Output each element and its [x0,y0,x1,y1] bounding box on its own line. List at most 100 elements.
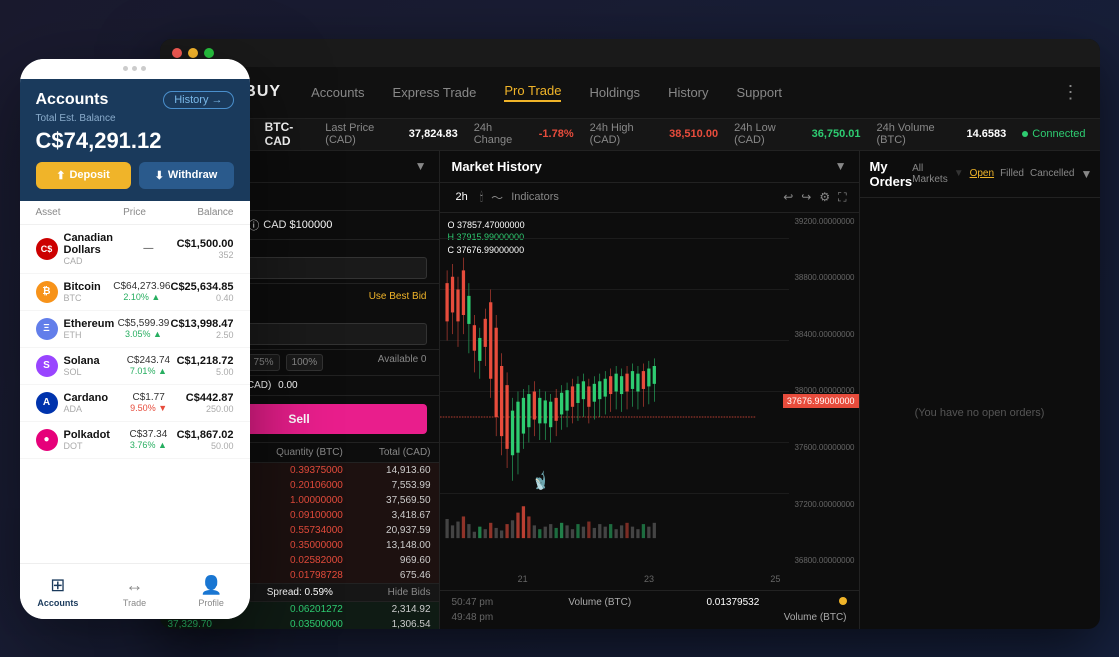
my-orders-panel: My Orders All Markets ▼ Open Filled Canc… [860,151,1100,629]
cancelled-filter[interactable]: Cancelled [1030,168,1074,179]
deposit-icon: ⬆ [56,169,65,182]
mobile-balance: C$74,291.12 [36,128,234,154]
history-badge-button[interactable]: History → [163,91,233,109]
asset-price-ada: C$1.77 9.50% ▼ [120,392,177,413]
withdraw-button[interactable]: ⬇ Withdraw [139,162,234,189]
eth-asset-icon: Ξ [36,318,58,340]
history-dot [839,597,847,605]
open-filter[interactable]: Open [970,168,994,179]
list-item[interactable]: Ξ Ethereum ETH C$5,599.39 3.05% ▲ C$13,9… [20,311,250,348]
nav-pro-trade[interactable]: Pro Trade [504,83,561,102]
asset-price-cad: — [120,243,176,254]
cad-icon: C$ [36,238,58,260]
maximize-dot[interactable] [204,48,214,58]
all-markets-filter[interactable]: All Markets [912,163,948,185]
asset-code-ada: ADA [64,404,109,414]
asset-name-dot: Polkadot [64,429,110,441]
list-item[interactable]: C$ Canadian Dollars CAD — C$1,500.00 352 [20,225,250,274]
mobile-subtitle: Total Est. Balance [36,113,234,124]
undo-icon[interactable]: ↩ [783,190,793,204]
last-price-label: Last Price (CAD) [325,122,393,146]
asset-info-btc: ₿ Bitcoin BTC [36,281,114,303]
asset-balance-cad: C$1,500.00 352 [177,238,234,260]
ticker-bar: ☰ ₿ 🇨🇦 BTC-CAD Last Price (CAD) 37,824.8… [160,119,1100,151]
mobile-title: Accounts [36,91,109,109]
minimize-dot[interactable] [188,48,198,58]
chart-controls: 2h 🕯 〜 Indicators ↩ ↪ ⚙ ⛶ [440,183,859,213]
order-book-chevron[interactable]: ▼ [415,159,427,173]
spread-value: Spread: 0.59% [267,587,333,598]
nav-support[interactable]: Support [737,85,783,100]
asset-price-eth: C$5,599.39 3.05% ▲ [117,318,171,339]
deposit-button[interactable]: ⬆ Deposit [36,162,131,189]
hide-bids-button[interactable]: Hide Bids [388,587,431,598]
high-value: 38,510.00 [669,128,718,140]
indicators-button[interactable]: Indicators [511,191,559,203]
settings-icon[interactable]: ⚙ [819,190,830,204]
mobile-assets-header: Asset Price Balance [20,201,250,225]
nav-links: Accounts Express Trade Pro Trade Holding… [311,83,1061,102]
nav-accounts[interactable]: Accounts [311,85,364,100]
asset-price-dot: C$37.34 3.76% ▲ [120,429,176,450]
status-dot [123,66,128,71]
asset-name-ada: Cardano [64,392,109,404]
change-value: -1.78% [539,128,574,140]
nav-history[interactable]: History [668,85,708,100]
asset-name-btc: Bitcoin [64,281,101,293]
chart-area: O 37857.47000000 H 37915.99000000 C 3767… [440,213,859,590]
x-label-25: 25 [770,574,780,584]
connected-dot [1022,131,1028,137]
chart-x-axis: 21 23 25 [440,574,859,584]
asset-balance-dot: C$1,867.02 50.00 [177,429,234,451]
orders-filters: All Markets ▼ Open Filled Cancelled ▼ [912,163,1092,185]
mobile-header-top: Accounts History → [36,91,234,109]
last-price-value: 37,824.83 [409,128,458,140]
scene: ₿ BITBUY Accounts Express Trade Pro Trad… [20,19,1100,639]
change-label: 24h Change [474,122,523,146]
asset-name-sol: Solana [64,355,100,367]
best-bid-link[interactable]: Use Best Bid [369,291,427,302]
orders-chevron[interactable]: ▼ [1080,167,1092,181]
low-label: 24h Low (CAD) [734,122,796,146]
asset-info-cad: C$ Canadian Dollars CAD [36,232,121,266]
asset-code-sol: SOL [64,367,100,377]
col-price-label: Price [102,207,168,218]
nav-express-trade[interactable]: Express Trade [393,85,477,100]
asset-name-eth: Ethereum [64,318,115,330]
list-item[interactable]: ₿ Bitcoin BTC C$64,273.96 2.10% ▲ C$25,6… [20,274,250,311]
asset-balance-ada: C$442.87 250.00 [177,392,234,414]
asset-price-btc: C$64,273.96 2.10% ▲ [113,281,170,302]
chart-chevron[interactable]: ▼ [835,159,847,173]
nav-holdings[interactable]: Holdings [589,85,640,100]
accounts-nav-icon: ⊞ [50,575,65,596]
asset-balance-eth: C$13,998.47 2.50 [171,318,234,340]
col-balance-label: Balance [168,207,234,218]
low-value: 36,750.01 [812,128,861,140]
title-bar [160,39,1100,67]
pct-100[interactable]: 100% [286,354,324,371]
ada-asset-icon: A [36,392,58,414]
fullscreen-icon[interactable]: ⛶ [838,190,846,205]
asset-balance-btc: C$25,634.85 0.40 [171,281,234,303]
mobile-nav-accounts[interactable]: ⊞ Accounts [20,575,97,608]
trade-nav-label: Trade [123,598,146,608]
redo-icon[interactable]: ↪ [801,190,811,204]
more-options-icon[interactable]: ⋮ [1062,82,1080,103]
list-item[interactable]: ● Polkadot DOT C$37.34 3.76% ▲ C$1,867.0… [20,422,250,459]
x-label-21: 21 [518,574,528,584]
list-item[interactable]: A Cardano ADA C$1.77 9.50% ▼ C$442.87 25… [20,385,250,422]
profile-nav-icon: 👤 [200,575,222,596]
mobile-nav-trade[interactable]: ↔ Trade [96,575,173,608]
mobile-nav-profile[interactable]: 👤 Profile [173,575,250,608]
col-qty: Quantity (BTC) [255,447,343,458]
chart-header: Market History ▼ [440,151,859,183]
list-item[interactable]: S Solana SOL C$243.74 7.01% ▲ C$1,218.72… [20,348,250,385]
wave-icon[interactable]: 〜 [491,189,503,206]
nav-bar: ₿ BITBUY Accounts Express Trade Pro Trad… [160,67,1100,119]
close-dot[interactable] [172,48,182,58]
mobile-nav-bar: ⊞ Accounts ↔ Trade 👤 Profile [20,563,250,619]
pct-75[interactable]: 75% [248,354,280,371]
timeframe-2h[interactable]: 2h [452,189,472,205]
candle-icon[interactable]: 🕯 [480,190,483,205]
filled-filter[interactable]: Filled [1000,168,1024,179]
